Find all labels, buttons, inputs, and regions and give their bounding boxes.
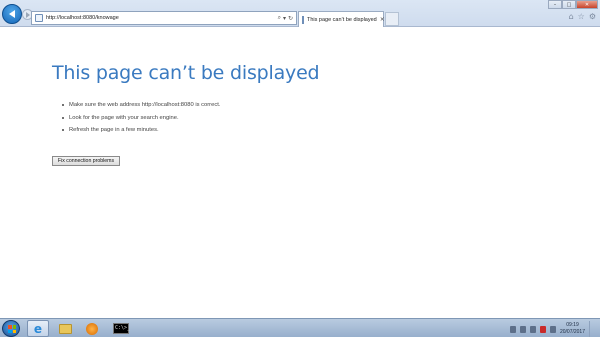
taskbar-ie-button[interactable]: e (27, 320, 49, 337)
back-button[interactable] (2, 4, 22, 24)
system-tray: 09:19 20/07/2017 (509, 321, 596, 337)
url-input[interactable]: http://localhost:8080/knowage (46, 15, 278, 21)
maximize-button[interactable]: □ (562, 0, 576, 9)
tray-arrow-icon[interactable] (509, 325, 516, 333)
list-item: Look for the page with your search engin… (62, 115, 220, 128)
clock[interactable]: 09:19 20/07/2017 (560, 322, 585, 336)
windows-logo-icon (8, 325, 16, 333)
action-center-icon[interactable] (539, 325, 546, 333)
start-button[interactable] (2, 320, 20, 337)
address-bar[interactable]: http://localhost:8080/knowage ⌕ ▾ ↻ (31, 11, 297, 25)
taskbar-explorer-button[interactable] (54, 320, 76, 337)
refresh-icon[interactable]: ↻ (288, 15, 293, 22)
folder-icon (58, 323, 72, 334)
taskbar-media-button[interactable] (81, 320, 103, 337)
settings-icon[interactable]: ⚙ (589, 12, 596, 21)
media-player-icon (86, 322, 98, 335)
home-icon[interactable]: ⌂ (569, 12, 574, 21)
clock-time: 09:19 (566, 322, 579, 328)
tab-title: This page can’t be displayed (307, 16, 377, 23)
tab-page-icon (302, 15, 304, 24)
list-item: Refresh the page in a few minutes. (62, 127, 220, 140)
minimize-button[interactable]: – (548, 0, 562, 9)
page-title: This page can’t be displayed (52, 62, 320, 84)
window-controls: – □ ✕ (548, 0, 598, 9)
fix-connection-button[interactable]: Fix connection problems (52, 156, 120, 166)
new-tab-button[interactable] (385, 12, 399, 26)
favorites-icon[interactable]: ☆ (578, 12, 585, 21)
taskbar: e C:\>_ 09:19 20/07/2017 (0, 318, 600, 337)
tab-active[interactable]: This page can’t be displayed × (298, 11, 385, 27)
internet-explorer-icon: e (33, 321, 43, 336)
show-desktop-button[interactable] (589, 321, 596, 337)
suggestion-list: Make sure the web address http://localho… (62, 102, 220, 140)
close-button[interactable]: ✕ (576, 0, 598, 9)
dropdown-icon[interactable]: ▾ (283, 15, 286, 22)
clock-date: 20/07/2017 (559, 329, 585, 335)
taskbar-cmd-button[interactable]: C:\>_ (110, 320, 132, 337)
volume-icon[interactable] (529, 325, 536, 333)
search-icon[interactable]: ⌕ (278, 14, 281, 22)
list-item: Make sure the web address http://localho… (62, 102, 220, 115)
address-tools: ⌕ ▾ ↻ (278, 14, 293, 22)
flag-icon[interactable] (549, 325, 556, 333)
forward-arrow-icon (25, 11, 30, 18)
browser-toolbar: http://localhost:8080/knowage ⌕ ▾ ↻ This… (0, 0, 600, 27)
network-icon[interactable] (519, 325, 526, 333)
page-icon (35, 14, 43, 22)
toolbar-icons: ⌂ ☆ ⚙ (569, 12, 596, 21)
back-arrow-icon (9, 10, 15, 18)
command-prompt-icon: C:\>_ (113, 323, 130, 334)
tab-close-icon[interactable]: × (380, 16, 385, 23)
page-content: This page can’t be displayed Make sure t… (0, 28, 600, 318)
